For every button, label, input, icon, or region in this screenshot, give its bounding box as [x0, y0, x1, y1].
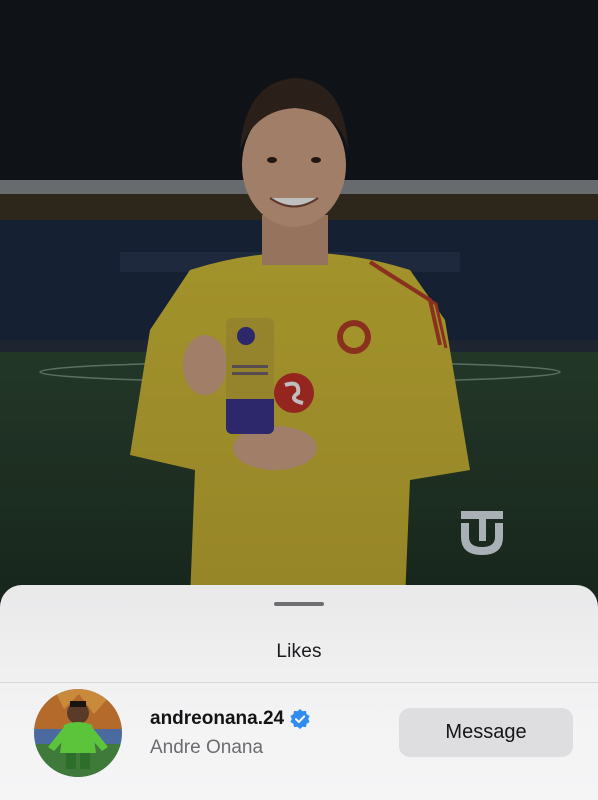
username-row[interactable]: andreonana.24 [150, 708, 310, 730]
sheet-grabber[interactable] [274, 602, 324, 606]
message-button[interactable]: Message [399, 708, 573, 757]
username[interactable]: andreonana.24 [150, 708, 284, 730]
avatar[interactable] [34, 689, 122, 777]
likes-sheet: Likes andreonana.24 Andre Onana Message [0, 585, 598, 800]
verified-badge-icon [290, 709, 310, 729]
tu-logo-icon [455, 505, 515, 557]
divider [0, 682, 598, 683]
like-row[interactable]: andreonana.24 Andre Onana Message [0, 684, 598, 800]
sheet-title: Likes [276, 641, 322, 662]
full-name: Andre Onana [150, 737, 264, 758]
